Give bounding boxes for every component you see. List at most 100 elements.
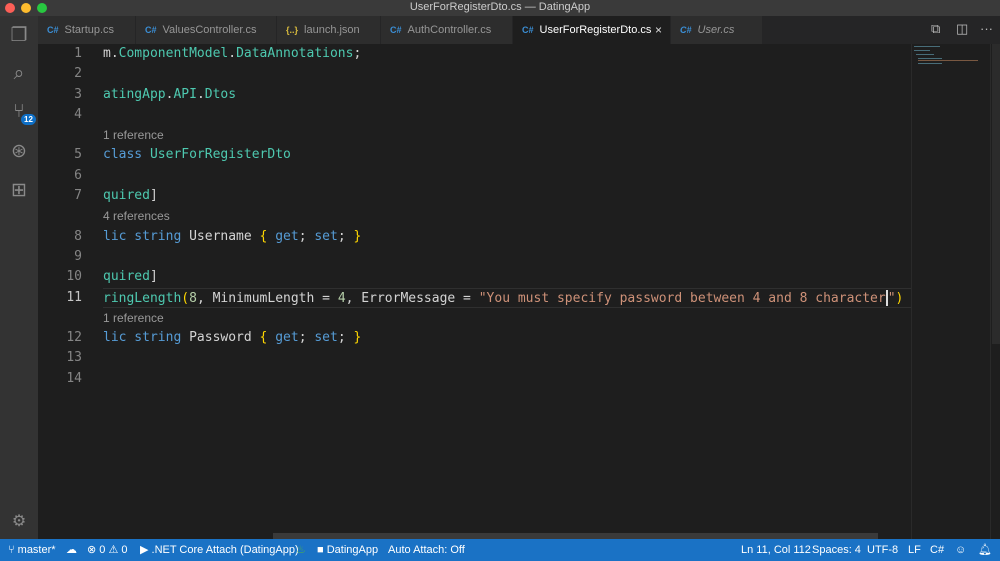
- code-token: ;: [337, 228, 354, 244]
- tab-startup[interactable]: C# Startup.cs: [38, 16, 136, 44]
- csharp-icon: C#: [390, 25, 402, 35]
- branch-item[interactable]: ⑂ master*: [8, 539, 56, 561]
- close-window-button[interactable]: [5, 3, 15, 13]
- warning-icon: ⚠: [108, 544, 119, 556]
- error-count: 0: [99, 544, 106, 556]
- line-number: [38, 206, 88, 226]
- project-name: DatingApp: [326, 544, 379, 556]
- gear-icon[interactable]: ⚙: [7, 510, 31, 534]
- code-token: lic string: [103, 330, 190, 346]
- tab-label: UserForRegisterDto.cs: [539, 24, 652, 36]
- code-line: lic string Username { get; set; }: [103, 227, 911, 247]
- tab-label: AuthController.cs: [407, 24, 492, 36]
- code-token: , ErrorMessage =: [345, 290, 479, 306]
- code-token: atingApp: [103, 86, 166, 102]
- cursor-position[interactable]: Ln 11, Col 112: [741, 539, 811, 561]
- codelens-references: 1 reference: [103, 308, 911, 328]
- end-of-line[interactable]: LF: [908, 539, 921, 561]
- code-token: set: [314, 228, 338, 244]
- tab-user-for-register-dto[interactable]: C# UserForRegisterDto.cs ×: [513, 16, 671, 44]
- code-token: ComponentModel: [118, 46, 229, 61]
- code-token: ;: [298, 330, 315, 346]
- line-number: [38, 125, 88, 145]
- play-icon: ▶: [140, 544, 152, 556]
- debug-icon[interactable]: ⊛: [7, 140, 31, 164]
- code-token: , MinimumLength =: [196, 290, 338, 306]
- split-editor-icon[interactable]: ◫: [956, 21, 968, 37]
- code-token: ;: [353, 46, 362, 61]
- code-line: quired]: [103, 267, 911, 287]
- code-token: ): [895, 290, 904, 306]
- code-token: set: [314, 330, 338, 346]
- code-token: 4: [337, 290, 346, 306]
- json-icon: {..}: [286, 25, 299, 35]
- code-token: m.: [103, 46, 119, 61]
- extensions-icon[interactable]: ⊞: [7, 179, 31, 203]
- minimap[interactable]: [911, 44, 990, 539]
- code-token: Username: [189, 228, 260, 244]
- line-number: 7: [74, 188, 82, 204]
- code-token: ;: [337, 330, 354, 346]
- feedback-icon[interactable]: ☺: [955, 539, 966, 561]
- problems-item[interactable]: ⊗ 0 ⚠ 0: [87, 539, 128, 561]
- folder-icon: ■: [317, 544, 327, 556]
- line-number: 12: [66, 330, 82, 346]
- codelens-link[interactable]: 1 reference: [103, 311, 164, 325]
- activity-bar: ❐ ⌕ ⑂ 12 ⊛ ⊞ ⚙: [0, 16, 38, 539]
- line-number: 10: [66, 269, 82, 285]
- code-line: class UserForRegisterDto: [103, 145, 911, 165]
- code-editor[interactable]: m.ComponentModel.DataAnnotations; atingAp…: [103, 44, 911, 389]
- csharp-icon: C#: [680, 25, 692, 35]
- close-tab-icon[interactable]: ×: [655, 16, 662, 44]
- codelens-link[interactable]: 4 references: [103, 209, 170, 223]
- line-number: 4: [74, 106, 82, 122]
- indentation[interactable]: Spaces: 4: [812, 539, 861, 561]
- language-mode[interactable]: C#: [930, 539, 944, 561]
- tab-auth-controller[interactable]: C# AuthController.cs: [381, 16, 513, 44]
- scm-badge: 12: [21, 114, 36, 125]
- project-item[interactable]: ■ DatingApp: [317, 539, 378, 561]
- code-token: ]: [149, 269, 158, 285]
- codelens-references: 1 reference: [103, 125, 911, 145]
- code-token: {: [259, 228, 276, 244]
- minimize-window-button[interactable]: [21, 3, 31, 13]
- source-control-icon[interactable]: ⑂ 12: [7, 100, 36, 125]
- code-token: quired: [103, 188, 150, 204]
- codelens-link[interactable]: 1 reference: [103, 128, 164, 142]
- code-token: "You must specify password between 4 and…: [478, 290, 886, 306]
- line-number: 14: [66, 370, 82, 386]
- csharp-icon: C#: [47, 25, 59, 35]
- line-number: 13: [66, 350, 82, 366]
- tab-label: launch.json: [304, 24, 360, 36]
- code-token: }: [353, 330, 362, 346]
- debug-config-item[interactable]: ▶ .NET Core Attach (DatingApp): [140, 539, 299, 561]
- maximize-window-button[interactable]: [37, 3, 47, 13]
- tab-label: User.cs: [697, 24, 735, 36]
- files-icon[interactable]: ❐: [7, 24, 31, 48]
- notifications-icon[interactable]: 🔔︎: [978, 539, 992, 561]
- csharp-icon: C#: [145, 25, 157, 35]
- more-actions-icon[interactable]: ···: [980, 21, 993, 36]
- vertical-scrollbar[interactable]: [990, 44, 1000, 539]
- line-number: [38, 308, 88, 328]
- code-token: Dtos: [204, 86, 237, 102]
- search-icon[interactable]: ⌕: [7, 62, 31, 86]
- code-token: {: [259, 330, 276, 346]
- error-icon: ⊗: [87, 544, 97, 556]
- tab-user[interactable]: C# User.cs: [671, 16, 763, 44]
- sync-icon[interactable]: ☁: [66, 539, 77, 561]
- open-changes-icon[interactable]: ⧉: [931, 21, 940, 37]
- tab-launch-json[interactable]: {..} launch.json: [277, 16, 381, 44]
- flame-icon[interactable]: ♨: [296, 539, 306, 561]
- auto-attach-item[interactable]: Auto Attach: Off: [388, 539, 465, 561]
- code-token: (: [181, 290, 190, 306]
- title-bar: UserForRegisterDto.cs — DatingApp: [0, 0, 1000, 16]
- encoding[interactable]: UTF-8: [867, 539, 898, 561]
- code-token: UserForRegisterDto: [149, 147, 291, 163]
- tab-values-controller[interactable]: C# ValuesController.cs: [136, 16, 277, 44]
- scrollbar-thumb[interactable]: [992, 44, 1000, 344]
